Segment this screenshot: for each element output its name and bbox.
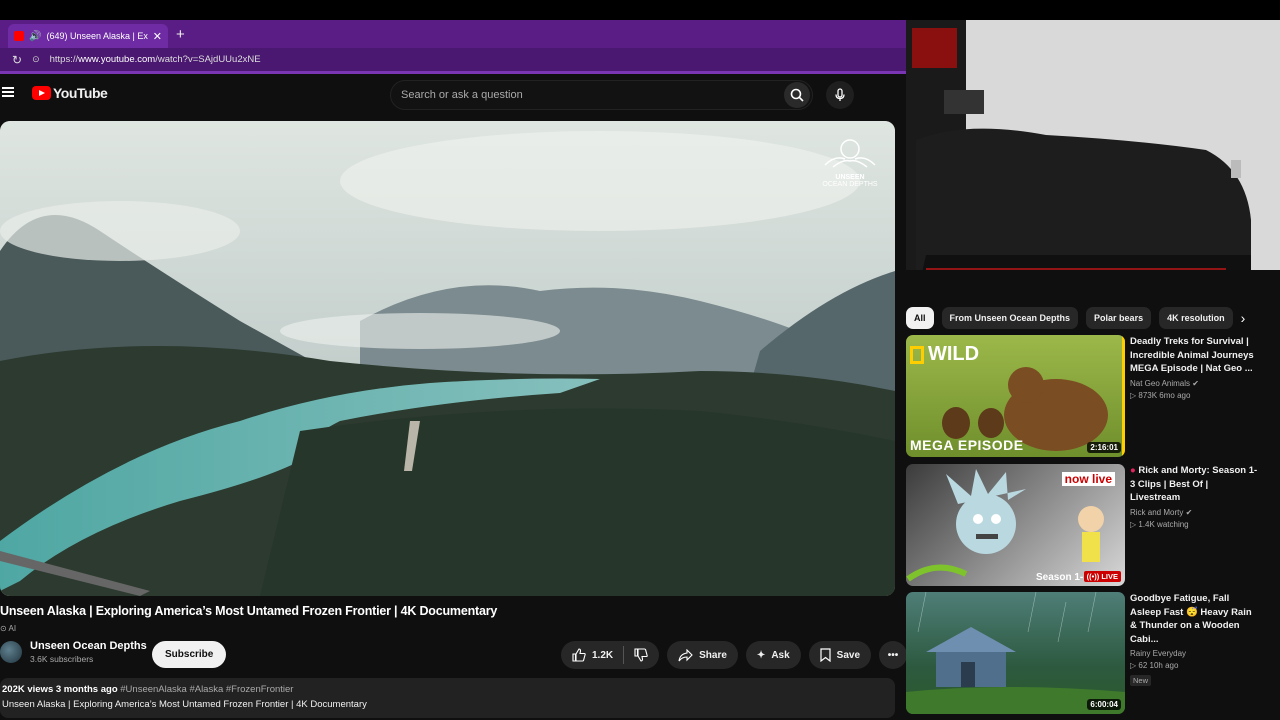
recommendation-item[interactable]: 6:00:04 Goodbye Fatigue, Fall Asleep Fas… bbox=[906, 592, 1280, 716]
chip-all[interactable]: All bbox=[906, 307, 934, 329]
octopus-logo-icon bbox=[824, 139, 876, 168]
recommendation-stats: ▷ 1.4K watching bbox=[1130, 519, 1189, 529]
mega-episode-text: MEGA EPISODE bbox=[910, 437, 1024, 453]
recommendation-title[interactable]: Deadly Treks for Survival | Incredible A… bbox=[1130, 335, 1260, 376]
video-frame-landscape bbox=[0, 121, 895, 596]
recommendation-item[interactable]: now live Season 1- ((•)) LIVE ● Rick and… bbox=[906, 464, 1280, 588]
search-box bbox=[390, 80, 813, 110]
video-duration: 6:00:04 bbox=[1087, 699, 1121, 710]
site-info-icon[interactable]: ⊙ bbox=[32, 54, 40, 65]
video-actions: 1.2K Share ✦ Ask Save ••• bbox=[561, 641, 906, 669]
youtube-logo[interactable]: YouTube bbox=[32, 85, 108, 101]
more-actions-button[interactable]: ••• bbox=[879, 641, 906, 669]
description-box[interactable]: 202K views 3 months ago #UnseenAlaska #A… bbox=[0, 678, 895, 718]
ask-label: Ask bbox=[771, 649, 790, 661]
views-time: 202K views 3 months ago bbox=[2, 684, 118, 695]
reload-icon[interactable]: ↻ bbox=[12, 53, 22, 67]
description-text: Unseen Alaska | Exploring America’s Most… bbox=[2, 699, 367, 710]
share-button[interactable]: Share bbox=[667, 641, 738, 669]
recommendation-info: Deadly Treks for Survival | Incredible A… bbox=[1130, 335, 1260, 400]
recommendation-stats: ▷ 62 10h ago bbox=[1130, 661, 1179, 670]
thumbs-up-icon[interactable] bbox=[572, 648, 586, 662]
search-icon bbox=[790, 88, 804, 102]
sparkle-icon: ✦ bbox=[756, 649, 766, 661]
recommendation-thumbnail[interactable]: now live Season 1- ((•)) LIVE bbox=[906, 464, 1125, 586]
channel-watermark: UNSEEN OCEAN DEPTHS bbox=[815, 137, 885, 188]
browser-tab[interactable]: 🔊 (649) Unseen Alaska | Explorin ✕ bbox=[8, 24, 168, 48]
recommendation-stats: ▷ 873K 6mo ago bbox=[1130, 390, 1191, 400]
voice-search-button[interactable] bbox=[826, 81, 854, 109]
recommendation-channel[interactable]: Rick and Morty ✔ bbox=[1130, 508, 1260, 517]
subscriber-count: 3.6K subscribers bbox=[30, 654, 94, 664]
hamburger-menu-icon[interactable] bbox=[2, 87, 14, 97]
like-dislike-group: 1.2K bbox=[561, 641, 660, 669]
recommendation-info: Goodbye Fatigue, Fall Asleep Fast 😴 Heav… bbox=[1130, 592, 1260, 688]
recommendation-channel[interactable]: Nat Geo Animals ✔ bbox=[1130, 379, 1260, 388]
recommendation-title[interactable]: Goodbye Fatigue, Fall Asleep Fast 😴 Heav… bbox=[1130, 592, 1260, 646]
top-black-bar bbox=[0, 0, 1280, 20]
webcam-overlay bbox=[906, 20, 1280, 300]
recommendation-info: ● Rick and Morty: Season 1-3 Clips | Bes… bbox=[1130, 464, 1260, 529]
channel-name[interactable]: Unseen Ocean Depths bbox=[30, 640, 147, 652]
tab-strip: 🔊 (649) Unseen Alaska | Explorin ✕ + bbox=[0, 20, 906, 48]
video-duration: 2:16:01 bbox=[1087, 442, 1121, 453]
verified-icon: ✔ bbox=[1192, 378, 1199, 388]
live-badge: ((•)) LIVE bbox=[1083, 571, 1121, 582]
youtube-favicon-icon bbox=[14, 31, 24, 41]
thumbs-down-icon[interactable] bbox=[634, 648, 648, 662]
video-title: Unseen Alaska | Exploring America’s Most… bbox=[0, 604, 498, 618]
cabin-in-rain-icon bbox=[906, 592, 1125, 714]
search-input[interactable] bbox=[401, 89, 784, 101]
recommendation-item[interactable]: WILD MEGA EPISODE 2:16:01 Deadly Treks f… bbox=[906, 335, 1280, 459]
yellow-frame bbox=[1122, 335, 1125, 457]
search-button[interactable] bbox=[784, 82, 810, 108]
url-text[interactable]: https://www.youtube.com/watch?v=SAjdUUu2… bbox=[50, 54, 261, 65]
youtube-play-icon bbox=[32, 86, 51, 100]
save-button[interactable]: Save bbox=[808, 641, 872, 669]
bookmark-icon bbox=[820, 648, 831, 662]
now-live-text: now live bbox=[1061, 472, 1115, 486]
subscribe-button[interactable]: Subscribe bbox=[152, 641, 227, 668]
filter-chips: All From Unseen Ocean Depths Polar bears… bbox=[906, 307, 1233, 329]
ask-button[interactable]: ✦ Ask bbox=[745, 641, 801, 669]
watermark-line1: UNSEEN bbox=[835, 174, 865, 181]
chevron-right-icon[interactable]: › bbox=[1232, 307, 1254, 329]
new-badge: New bbox=[1130, 675, 1152, 686]
speaker-icon[interactable]: 🔊 bbox=[29, 31, 41, 42]
new-tab-icon[interactable]: + bbox=[176, 26, 185, 43]
address-bar[interactable]: ↻ ⊙ https://www.youtube.com/watch?v=SAjd… bbox=[0, 48, 906, 74]
video-player[interactable]: UNSEEN OCEAN DEPTHS bbox=[0, 121, 895, 596]
like-count[interactable]: 1.2K bbox=[592, 650, 613, 661]
right-panel: All From Unseen Ocean Depths Polar bears… bbox=[906, 20, 1280, 720]
webcam-room-image bbox=[906, 20, 1280, 300]
tab-title: (649) Unseen Alaska | Explorin bbox=[46, 31, 148, 41]
hashtags[interactable]: #UnseenAlaska #Alaska #FrozenFrontier bbox=[120, 684, 293, 695]
microphone-icon bbox=[835, 88, 845, 101]
logo-text: YouTube bbox=[53, 85, 108, 101]
watermark-line2: OCEAN DEPTHS bbox=[822, 181, 878, 188]
share-label: Share bbox=[699, 649, 727, 661]
chip-polar-bears[interactable]: Polar bears bbox=[1086, 307, 1152, 329]
close-tab-icon[interactable]: ✕ bbox=[153, 30, 162, 43]
chip-from-channel[interactable]: From Unseen Ocean Depths bbox=[941, 307, 1079, 329]
recommendation-channel[interactable]: Rainy Everyday bbox=[1130, 649, 1260, 658]
youtube-header: YouTube bbox=[0, 74, 906, 120]
channel-info: Unseen Ocean Depths 3.6K subscribers bbox=[0, 640, 147, 664]
live-dot-icon: ● bbox=[1130, 465, 1136, 476]
season-text: Season 1- bbox=[1036, 572, 1084, 583]
verified-icon: ✔ bbox=[1185, 507, 1193, 517]
browser-window: 🔊 (649) Unseen Alaska | Explorin ✕ + ↻ ⊙… bbox=[0, 20, 906, 720]
chip-4k-resolution[interactable]: 4K resolution bbox=[1159, 307, 1233, 329]
share-icon bbox=[678, 648, 693, 661]
like-divider bbox=[623, 646, 625, 664]
recommendation-title[interactable]: ● Rick and Morty: Season 1-3 Clips | Bes… bbox=[1130, 464, 1260, 505]
ai-label: ⊙ AI bbox=[0, 624, 17, 633]
channel-avatar[interactable] bbox=[0, 641, 22, 663]
description-meta: 202K views 3 months ago #UnseenAlaska #A… bbox=[2, 684, 893, 695]
recommendation-thumbnail[interactable]: 6:00:04 bbox=[906, 592, 1125, 714]
recommendation-thumbnail[interactable]: WILD MEGA EPISODE 2:16:01 bbox=[906, 335, 1125, 457]
save-label: Save bbox=[836, 649, 861, 661]
more-dots-icon: ••• bbox=[887, 649, 899, 661]
